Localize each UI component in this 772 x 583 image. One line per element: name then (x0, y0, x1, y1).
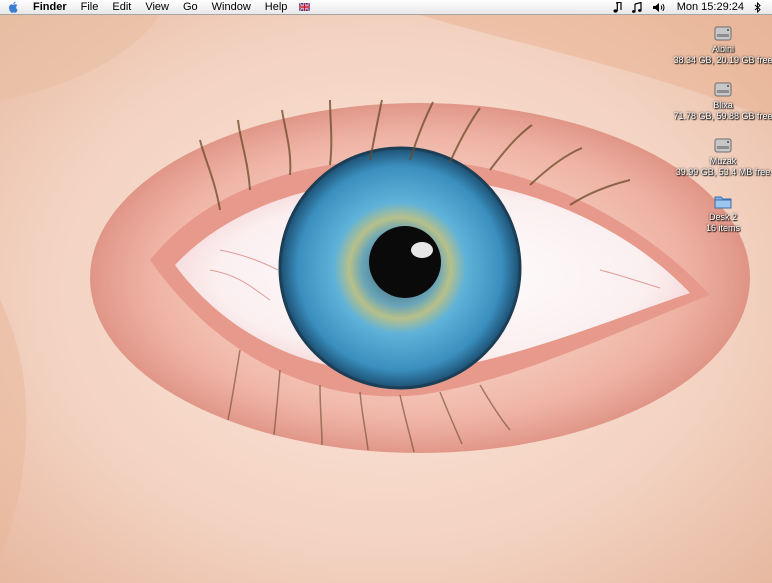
hard-drive-icon (714, 82, 732, 97)
uk-flag-icon[interactable] (299, 3, 311, 11)
menu-go[interactable]: Go (176, 0, 205, 15)
desktop-drive-albini[interactable]: Albini 38.34 GB, 20.19 GB free (673, 24, 772, 66)
volume-icon[interactable] (647, 0, 671, 15)
menu-window[interactable]: Window (205, 0, 258, 15)
desktop-folder-desk-2[interactable]: Desk 2 16 items (673, 192, 772, 234)
menu-file[interactable]: File (74, 0, 106, 15)
desktop-icon-info: 71.78 GB, 59.88 GB free (673, 111, 772, 121)
menu-bar: Finder File Edit View Go Window Help Mon… (0, 0, 772, 15)
hard-drive-icon (714, 138, 732, 153)
folder-icon (714, 196, 732, 209)
desktop-drive-muzak[interactable]: Muzak 39.99 GB, 53.4 MB free (673, 136, 772, 178)
desktop: Finder File Edit View Go Window Help Mon… (0, 0, 772, 583)
itunes-note-icon[interactable] (608, 0, 627, 15)
desktop-icon-info: 38.34 GB, 20.19 GB free (673, 55, 772, 65)
menu-extras: Mon 15:29:24 (608, 0, 772, 15)
desktop-icon-name: Desk 2 (708, 212, 737, 222)
hard-drive-icon (714, 26, 732, 41)
desktop-icon-name: Muzak (709, 156, 737, 166)
desktop-icon-name: Blixa (713, 100, 733, 110)
apple-menu[interactable] (0, 0, 26, 15)
apple-logo-icon (8, 1, 18, 13)
itunes-notes-icon[interactable] (627, 0, 647, 15)
menu-view[interactable]: View (138, 0, 176, 15)
desktop-icon-info: 16 items (705, 223, 740, 233)
menubar-clock[interactable]: Mon 15:29:24 (671, 0, 749, 15)
desktop-drive-blixa[interactable]: Blixa 71.78 GB, 59.88 GB free (673, 80, 772, 122)
desktop-wallpaper (0, 0, 772, 583)
bluetooth-icon[interactable] (749, 0, 766, 15)
desktop-icon-info: 39.99 GB, 53.4 MB free (675, 167, 771, 177)
desktop-icon-name: Albini (711, 44, 734, 54)
menu-help[interactable]: Help (258, 0, 295, 15)
menu-edit[interactable]: Edit (105, 0, 138, 15)
menu-finder[interactable]: Finder (26, 0, 74, 15)
